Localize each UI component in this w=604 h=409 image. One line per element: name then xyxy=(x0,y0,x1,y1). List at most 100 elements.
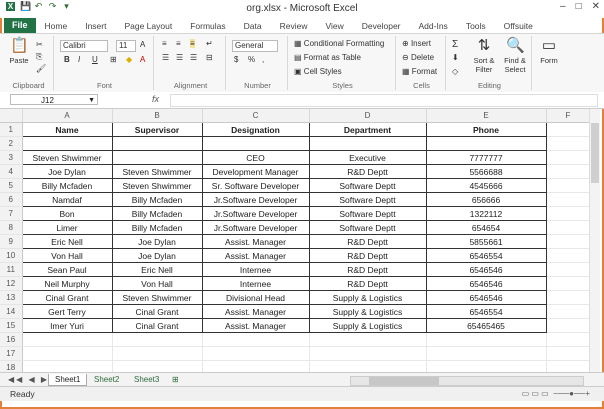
cell[interactable]: Von Hall xyxy=(111,276,203,291)
zoom-control[interactable]: ▭ ▭ ▭ −──●──+ xyxy=(522,389,590,398)
cell[interactable]: Software Deptt xyxy=(308,192,427,207)
sort-filter-button[interactable]: ⇅ Sort & Filter xyxy=(470,38,498,75)
column-header[interactable]: E xyxy=(426,109,547,123)
autosum-button[interactable]: Σ xyxy=(452,39,458,50)
select-all-corner[interactable] xyxy=(0,109,23,123)
cell[interactable] xyxy=(309,332,427,347)
row-header[interactable]: 12 xyxy=(0,276,23,291)
column-header[interactable]: C xyxy=(202,109,310,123)
cell[interactable] xyxy=(546,164,591,179)
wrap-text-icon[interactable]: ↵ xyxy=(206,39,213,48)
cell[interactable]: 7777777 xyxy=(425,150,547,165)
insert-cells-button[interactable]: ⊕ Insert xyxy=(402,39,431,48)
font-size-dropdown[interactable]: 11 xyxy=(116,40,136,52)
cell[interactable]: Assist. Manager xyxy=(201,248,310,263)
cell[interactable]: 6546546 xyxy=(425,276,547,291)
row-header[interactable]: 1 xyxy=(0,122,23,137)
align-bottom-icon[interactable]: ≡ xyxy=(190,39,195,48)
row-header[interactable]: 16 xyxy=(0,332,23,347)
cell[interactable]: Bon xyxy=(21,206,113,221)
cell[interactable] xyxy=(546,192,591,207)
cell[interactable] xyxy=(111,150,203,165)
cell[interactable] xyxy=(546,332,591,347)
row-header[interactable]: 11 xyxy=(0,262,23,277)
cell[interactable] xyxy=(112,360,203,372)
cell[interactable] xyxy=(546,290,591,305)
tab-file[interactable]: File xyxy=(4,18,36,33)
currency-button[interactable]: $ xyxy=(234,55,238,64)
cell[interactable]: Internee xyxy=(201,262,310,277)
underline-button[interactable]: U xyxy=(92,55,98,64)
row-header[interactable]: 17 xyxy=(0,346,23,361)
name-box[interactable]: J12 ▼ xyxy=(10,94,98,105)
cell[interactable]: Internee xyxy=(201,276,310,291)
cell[interactable]: Divisional Head xyxy=(201,290,310,305)
header-cell[interactable]: Phone xyxy=(425,122,547,137)
horizontal-scrollbar[interactable] xyxy=(350,376,584,386)
cell[interactable] xyxy=(309,346,427,361)
cell[interactable]: Sean Paul xyxy=(21,262,113,277)
cell[interactable] xyxy=(546,276,591,291)
conditional-formatting-button[interactable]: ▦ Conditional Formatting xyxy=(294,39,384,48)
tab-developer[interactable]: Developer xyxy=(353,21,410,31)
copy-icon[interactable]: ⎘ xyxy=(36,52,42,62)
row-header[interactable]: 9 xyxy=(0,234,23,249)
tab-home[interactable]: Home xyxy=(36,21,77,31)
cell[interactable] xyxy=(21,136,113,151)
cell[interactable]: Software Deptt xyxy=(308,178,427,193)
cell[interactable]: Cinal Grant xyxy=(21,290,113,305)
sheet-tab-sheet3[interactable]: Sheet3 xyxy=(128,374,165,385)
tab-formulas[interactable]: Formulas xyxy=(181,21,234,31)
cell[interactable]: Joe Dylan xyxy=(111,234,203,249)
cell[interactable] xyxy=(202,360,310,372)
align-top-icon[interactable]: ≡ xyxy=(162,39,167,48)
restore-button[interactable]: □ xyxy=(576,1,582,12)
cell[interactable] xyxy=(201,136,310,151)
cell[interactable]: Billy Mcfaden xyxy=(21,178,113,193)
cell[interactable] xyxy=(546,318,591,333)
clear-icon[interactable]: ◇ xyxy=(452,67,458,76)
column-header[interactable]: B xyxy=(112,109,203,123)
cell[interactable]: Sr. Software Developer xyxy=(201,178,310,193)
cell[interactable] xyxy=(22,346,113,361)
cell[interactable] xyxy=(22,360,113,372)
cell[interactable]: Billy Mcfaden xyxy=(111,206,203,221)
fill-color-icon[interactable]: ◆ xyxy=(126,55,132,64)
cell[interactable]: Assist. Manager xyxy=(201,234,310,249)
name-box-dropdown-icon[interactable]: ▼ xyxy=(88,95,95,106)
row-header[interactable]: 14 xyxy=(0,304,23,319)
cell[interactable]: CEO xyxy=(201,150,310,165)
cell[interactable]: 4545666 xyxy=(425,178,547,193)
cell[interactable] xyxy=(425,136,547,151)
formula-input[interactable] xyxy=(170,94,598,107)
row-header[interactable]: 10 xyxy=(0,248,23,263)
cell[interactable]: Von Hall xyxy=(21,248,113,263)
cell[interactable]: Limer xyxy=(21,220,113,235)
cell[interactable] xyxy=(426,346,547,361)
column-header[interactable]: D xyxy=(309,109,427,123)
tab-insert[interactable]: Insert xyxy=(76,21,115,31)
cell[interactable]: Billy Mcfaden xyxy=(111,220,203,235)
comma-style-icon[interactable]: , xyxy=(262,55,264,64)
cell[interactable]: 65465465 xyxy=(425,318,547,333)
cell[interactable]: Assist. Manager xyxy=(201,304,310,319)
cell[interactable] xyxy=(546,346,591,361)
tab-view[interactable]: View xyxy=(316,21,352,31)
cell-styles-button[interactable]: ▣ Cell Styles xyxy=(294,67,342,76)
cell[interactable] xyxy=(22,332,113,347)
cell[interactable] xyxy=(546,262,591,277)
cell[interactable]: 654654 xyxy=(425,220,547,235)
cell[interactable]: 656666 xyxy=(425,192,547,207)
cell[interactable]: R&D Deptt xyxy=(308,248,427,263)
fill-icon[interactable]: ⬇ xyxy=(452,53,459,62)
cell[interactable]: Supply & Logistics xyxy=(308,318,427,333)
cell[interactable]: Supply & Logistics xyxy=(308,304,427,319)
header-cell[interactable]: Department xyxy=(308,122,427,137)
align-center-icon[interactable]: ☰ xyxy=(176,53,183,62)
cell[interactable] xyxy=(546,248,591,263)
delete-cells-button[interactable]: ⊖ Delete xyxy=(402,53,434,62)
cell[interactable]: Steven Shwimmer xyxy=(111,290,203,305)
cell[interactable]: Joe Dylan xyxy=(21,164,113,179)
cell[interactable] xyxy=(202,346,310,361)
vertical-scrollbar[interactable] xyxy=(589,109,600,372)
